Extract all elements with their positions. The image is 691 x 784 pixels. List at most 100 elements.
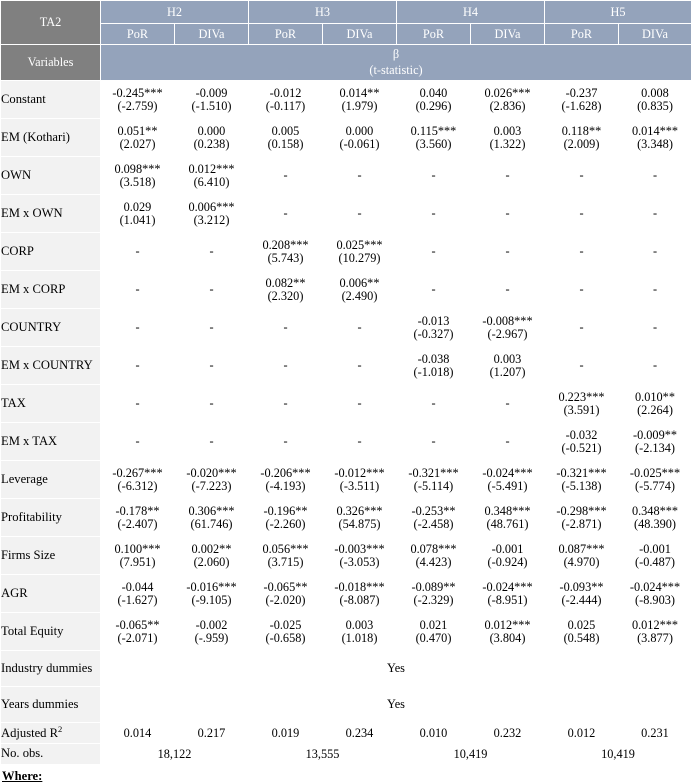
cell-coefficient: -0.001(-0.924) xyxy=(471,537,545,575)
tstatistic-value: (0.548) xyxy=(545,632,618,645)
coefficient-value: 0.012*** xyxy=(471,619,544,632)
dash-placeholder: - xyxy=(471,207,544,220)
coefficient-value: 0.025 xyxy=(545,619,618,632)
cell-coefficient: 0.003(1.322) xyxy=(471,119,545,157)
header-row-hypotheses: TA2 H2 H3 H4 H5 xyxy=(1,1,691,24)
coefficient-value: -0.253** xyxy=(397,505,470,518)
tstatistic-value: (4.423) xyxy=(397,556,470,569)
tstatistic-value: (3.877) xyxy=(619,632,691,645)
coefficient-value: -0.009 xyxy=(175,87,248,100)
row-years-dummies: Years dummies Yes xyxy=(1,687,691,723)
cell-not-applicable: - xyxy=(249,309,323,347)
cell-coefficient: -0.065**(-2.020) xyxy=(249,575,323,613)
cell-not-applicable: - xyxy=(619,347,691,385)
cell-coefficient: -0.018***(-8.087) xyxy=(323,575,397,613)
table-row: EM x CORP--0.082**(2.320)0.006**(2.490)-… xyxy=(1,271,691,309)
cell-coefficient: 0.008(0.835) xyxy=(619,81,691,119)
dash-placeholder: - xyxy=(397,245,470,258)
where-label: Where: xyxy=(0,765,691,784)
tstatistic-value: (3.348) xyxy=(619,138,691,151)
tstatistic-value: (-0.924) xyxy=(471,556,544,569)
coefficient-value: -0.032 xyxy=(545,429,618,442)
adjusted-r2-h4-diva: 0.232 xyxy=(471,723,545,744)
table-row: EM x OWN0.029(1.041)0.006***(3.212)-----… xyxy=(1,195,691,233)
cell-coefficient: 0.021(0.470) xyxy=(397,613,471,651)
row-label: TAX xyxy=(1,385,101,423)
adjusted-r2-h3-diva: 0.234 xyxy=(323,723,397,744)
cell-coefficient: 0.014***(3.348) xyxy=(619,119,691,157)
coefficient-value: -0.065** xyxy=(249,581,322,594)
no-obs-h4: 10,419 xyxy=(397,744,545,765)
tstatistic-value: (-2.134) xyxy=(619,442,691,455)
tstatistic-value: (-3.511) xyxy=(323,480,396,493)
cell-coefficient: 0.003(1.207) xyxy=(471,347,545,385)
coefficient-value: -0.298*** xyxy=(545,505,618,518)
cell-coefficient: -0.196**(-2.260) xyxy=(249,499,323,537)
tstatistic-value: (-8.087) xyxy=(323,594,396,607)
table-row: EM x COUNTRY-----0.038(-1.018)0.003(1.20… xyxy=(1,347,691,385)
coefficient-value: -0.065** xyxy=(101,619,174,632)
row-label: EM x CORP xyxy=(1,271,101,309)
cell-not-applicable: - xyxy=(397,157,471,195)
tstatistic-value: (-1.018) xyxy=(397,366,470,379)
cell-coefficient: 0.348***(48.390) xyxy=(619,499,691,537)
dash-placeholder: - xyxy=(545,169,618,182)
coefficient-value: 0.098*** xyxy=(101,163,174,176)
tstatistic-value: (2.836) xyxy=(471,100,544,113)
dash-placeholder: - xyxy=(471,397,544,410)
adjusted-r2-h4-por: 0.010 xyxy=(397,723,471,744)
cell-coefficient: -0.009(-1.510) xyxy=(175,81,249,119)
adjusted-r2-h2-diva: 0.217 xyxy=(175,723,249,744)
table-row: COUNTRY-----0.013(-0.327)-0.008***(-2.96… xyxy=(1,309,691,347)
cell-not-applicable: - xyxy=(175,385,249,423)
coefficient-value: 0.025*** xyxy=(323,239,396,252)
tstatistic-value: (-8.951) xyxy=(471,594,544,607)
years-dummies-value: Yes xyxy=(101,687,691,723)
coefficient-value: -0.245*** xyxy=(101,87,174,100)
coefficient-value: 0.115*** xyxy=(397,125,470,138)
cell-not-applicable: - xyxy=(545,347,619,385)
dash-placeholder: - xyxy=(619,359,691,372)
cell-not-applicable: - xyxy=(175,347,249,385)
dash-placeholder: - xyxy=(323,359,396,372)
tstatistic-value: (-2.329) xyxy=(397,594,470,607)
header-measure-h3-por: PoR xyxy=(249,24,323,45)
cell-coefficient: -0.025(-0.658) xyxy=(249,613,323,651)
cell-coefficient: -0.237(-1.628) xyxy=(545,81,619,119)
cell-coefficient: 0.000(0.238) xyxy=(175,119,249,157)
tstatistic-value: (-1.510) xyxy=(175,100,248,113)
adjusted-r2-h5-por: 0.012 xyxy=(545,723,619,744)
dash-placeholder: - xyxy=(175,245,248,258)
row-label: Leverage xyxy=(1,461,101,499)
coefficient-value: -0.025 xyxy=(249,619,322,632)
tstatistic-value: (0.835) xyxy=(619,100,691,113)
tstatistic-value: (2.264) xyxy=(619,404,691,417)
dash-placeholder: - xyxy=(175,397,248,410)
tstatistic-value: (-0.487) xyxy=(619,556,691,569)
cell-not-applicable: - xyxy=(175,233,249,271)
row-label: Total Equity xyxy=(1,613,101,651)
cell-coefficient: -0.089**(-2.329) xyxy=(397,575,471,613)
cell-not-applicable: - xyxy=(545,233,619,271)
cell-coefficient: 0.000(-0.061) xyxy=(323,119,397,157)
tstatistic-value: (-6.312) xyxy=(101,480,174,493)
coefficient-value: 0.012*** xyxy=(619,619,691,632)
coefficient-value: 0.012*** xyxy=(175,163,248,176)
cell-not-applicable: - xyxy=(619,195,691,233)
cell-coefficient: -0.003***(-3.053) xyxy=(323,537,397,575)
coefficient-value: -0.044 xyxy=(101,581,174,594)
cell-coefficient: 0.002**(2.060) xyxy=(175,537,249,575)
cell-not-applicable: - xyxy=(471,271,545,309)
coefficient-value: -0.206*** xyxy=(249,467,322,480)
adjusted-r2-text: Adjusted R xyxy=(1,726,58,740)
row-label: OWN xyxy=(1,157,101,195)
dash-placeholder: - xyxy=(101,283,174,296)
dash-placeholder: - xyxy=(323,397,396,410)
cell-coefficient: 0.006**(2.490) xyxy=(323,271,397,309)
cell-coefficient: -0.178**(-2.407) xyxy=(101,499,175,537)
coefficient-value: -0.024*** xyxy=(471,467,544,480)
coefficient-value: -0.020*** xyxy=(175,467,248,480)
cell-not-applicable: - xyxy=(249,157,323,195)
table-row: TAX------0.223***(3.591)0.010**(2.264) xyxy=(1,385,691,423)
dash-placeholder: - xyxy=(175,359,248,372)
